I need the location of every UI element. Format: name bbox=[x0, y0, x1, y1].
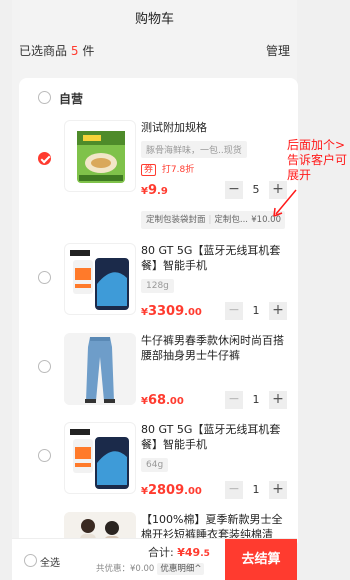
annotation-arrow-icon bbox=[273, 189, 297, 217]
item-price: ¥2809.00 bbox=[141, 483, 202, 498]
selected-count-text: 已选商品 5 件 bbox=[19, 42, 94, 59]
discount-detail-button[interactable]: 优惠明细^ bbox=[157, 563, 205, 575]
quantity-value[interactable]: 1 bbox=[243, 391, 269, 409]
select-all-label[interactable]: 全选 bbox=[40, 554, 60, 569]
item-price: ¥9.9 bbox=[141, 183, 168, 198]
quantity-stepper: − 1 + bbox=[225, 481, 287, 499]
page-title: 购物车 bbox=[134, 12, 174, 27]
price-dec: .00 bbox=[166, 396, 184, 407]
quantity-value[interactable]: 5 bbox=[243, 181, 269, 199]
checkout-button[interactable]: 去结算 bbox=[225, 539, 297, 580]
cart-page: 购物车 已选商品 5 件 管理 自营 测试附加规格 豚骨海鲜味，一包..现货 券… bbox=[12, 0, 347, 580]
design-annotation: 后面加个>告诉客户可展开 bbox=[287, 138, 348, 182]
discount-total: 共优惠：¥0.00 bbox=[96, 564, 155, 574]
cart-item: 80 GT 5G【蓝牙无线耳机套餐】智能手机 64g ¥2809.00 − 1 … bbox=[19, 422, 298, 507]
checkout-bar: 全选 合计: ¥49.5 共优惠：¥0.00 优惠明细^ 去结算 bbox=[12, 538, 297, 580]
promo-info: 券 打7.8折 bbox=[141, 162, 195, 176]
total-label: 合计: bbox=[148, 546, 174, 559]
product-spec[interactable]: 64g bbox=[141, 458, 169, 472]
total-int: ¥49 bbox=[177, 546, 201, 559]
promo-text: 打7.8折 bbox=[161, 165, 195, 175]
price-int: 68 bbox=[147, 393, 167, 408]
item-price: ¥3309.00 bbox=[141, 304, 202, 319]
product-name[interactable]: 80 GT 5G【蓝牙无线耳机套餐】智能手机 bbox=[141, 422, 286, 452]
product-image[interactable] bbox=[64, 422, 136, 494]
price-symbol: ¥ bbox=[141, 396, 148, 407]
cart-item: 80 GT 5G【蓝牙无线耳机套餐】智能手机 128g ¥3309.00 − 1… bbox=[19, 243, 298, 328]
product-image[interactable] bbox=[64, 243, 136, 315]
product-name[interactable]: 测试附加规格 bbox=[141, 120, 286, 135]
price-int: 3309 bbox=[147, 304, 185, 319]
product-spec[interactable]: 豚骨海鲜味，一包..现货 bbox=[141, 141, 247, 158]
selected-count: 5 bbox=[70, 44, 79, 58]
coupon-tag: 券 bbox=[141, 164, 157, 176]
item-select-radio[interactable] bbox=[38, 360, 51, 373]
item-select-radio[interactable] bbox=[38, 271, 51, 284]
quantity-stepper: − 1 + bbox=[225, 302, 287, 320]
store-card: 自营 测试附加规格 豚骨海鲜味，一包..现货 券 打7.8折 ¥9.9 − 5 … bbox=[19, 78, 298, 548]
service-label: 定制包装袋封面 bbox=[146, 215, 206, 225]
store-select-radio[interactable] bbox=[38, 91, 51, 104]
custom-service-row[interactable]: 定制包装袋封面 | 定制包... ¥10.00 bbox=[141, 211, 285, 229]
product-image[interactable] bbox=[64, 333, 136, 405]
product-name[interactable]: 80 GT 5G【蓝牙无线耳机套餐】智能手机 bbox=[141, 243, 286, 273]
quantity-value[interactable]: 1 bbox=[243, 481, 269, 499]
store-name: 自营 bbox=[59, 92, 84, 106]
price-dec: .9 bbox=[157, 186, 168, 197]
increase-button[interactable]: + bbox=[269, 302, 287, 320]
price-symbol: ¥ bbox=[141, 307, 148, 318]
price-symbol: ¥ bbox=[141, 486, 148, 497]
decrease-button[interactable]: − bbox=[225, 181, 243, 199]
decrease-button[interactable]: − bbox=[225, 302, 243, 320]
price-int: 9 bbox=[147, 183, 158, 198]
selected-prefix: 已选商品 bbox=[19, 44, 68, 58]
selected-suffix: 件 bbox=[82, 44, 95, 58]
total-dec: .5 bbox=[200, 549, 210, 559]
price-dec: .00 bbox=[184, 486, 202, 497]
product-image[interactable] bbox=[64, 120, 136, 192]
store-header: 自营 bbox=[19, 88, 298, 108]
item-select-radio[interactable] bbox=[38, 449, 51, 462]
service-value: 定制包... bbox=[214, 215, 248, 225]
price-symbol: ¥ bbox=[141, 186, 148, 197]
quantity-value[interactable]: 1 bbox=[243, 302, 269, 320]
quantity-stepper: − 1 + bbox=[225, 391, 287, 409]
increase-button[interactable]: + bbox=[269, 391, 287, 409]
cart-item: 牛仔裤男春季款休闲时尚百搭腰部抽身男士牛仔裤 ¥68.00 − 1 + bbox=[19, 333, 298, 418]
item-price: ¥68.00 bbox=[141, 393, 184, 408]
price-int: 2809 bbox=[147, 483, 185, 498]
select-all-radio[interactable] bbox=[24, 554, 37, 567]
manage-button[interactable]: 管理 bbox=[266, 42, 290, 59]
product-name[interactable]: 牛仔裤男春季款休闲时尚百搭腰部抽身男士牛仔裤 bbox=[141, 333, 286, 363]
total-price: 合计: ¥49.5 bbox=[148, 544, 210, 560]
product-spec[interactable]: 128g bbox=[141, 279, 174, 293]
cart-summary-bar: 已选商品 5 件 管理 bbox=[19, 42, 290, 60]
price-dec: .00 bbox=[184, 307, 202, 318]
discount-summary: 共优惠：¥0.00 优惠明细^ bbox=[96, 562, 205, 575]
decrease-button[interactable]: − bbox=[225, 391, 243, 409]
decrease-button[interactable]: − bbox=[225, 481, 243, 499]
item-select-radio[interactable] bbox=[38, 152, 51, 165]
increase-button[interactable]: + bbox=[269, 481, 287, 499]
